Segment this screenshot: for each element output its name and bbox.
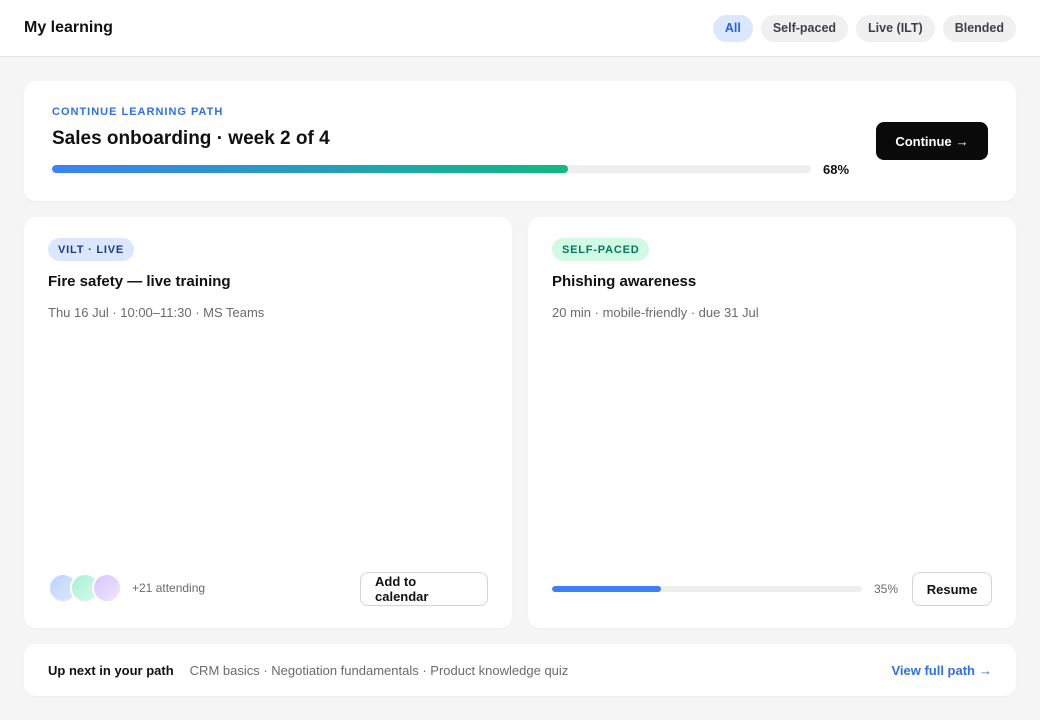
course-title: Phishing awareness: [552, 273, 697, 290]
resume-button[interactable]: Resume: [912, 572, 992, 606]
top-bar: My learning All Self-paced Live (ILT) Bl…: [0, 0, 1040, 57]
filter-chips: All Self-paced Live (ILT) Blended: [712, 14, 1016, 42]
hero-eyebrow: CONTINUE LEARNING PATH: [52, 106, 224, 118]
course-meta: Thu 16 Jul · 10:00–11:30 · MS Teams: [48, 305, 265, 320]
arrow-right-icon: →: [979, 662, 992, 678]
page-title: My learning: [24, 19, 113, 36]
course-progress-percent: 35%: [874, 582, 899, 596]
view-full-path-label: View full path: [891, 662, 975, 678]
course-progress-fill: [552, 586, 661, 592]
course-meta: 20 min · mobile-friendly · due 31 Jul: [552, 305, 759, 320]
course-type-badge: VILT · LIVE: [48, 238, 135, 261]
path-progress-bar: [52, 165, 811, 173]
course-progress-bar: [552, 586, 862, 592]
filter-live-ilt[interactable]: Live (ILT): [856, 14, 935, 42]
continue-button-label: Continue: [895, 133, 952, 149]
course-title: Fire safety — live training: [48, 273, 231, 290]
continue-button[interactable]: Continue →: [876, 122, 988, 160]
path-progress-fill: [52, 165, 569, 173]
view-full-path-link[interactable]: View full path →: [891, 663, 992, 678]
filter-self-paced[interactable]: Self-paced: [760, 14, 849, 42]
continue-learning-card: CONTINUE LEARNING PATH Sales onboarding …: [24, 81, 1016, 201]
attendee-avatars: +21 attending: [48, 573, 205, 603]
path-progress-percent: 68%: [823, 162, 850, 177]
up-next-label: Up next in your path: [48, 662, 174, 678]
course-type-badge: SELF-PACED: [552, 238, 650, 261]
avatar: [92, 573, 122, 603]
filter-blended[interactable]: Blended: [942, 14, 1016, 42]
filter-all[interactable]: All: [712, 14, 753, 42]
up-next-items: CRM basics · Negotiation fundamentals · …: [189, 662, 569, 678]
arrow-right-icon: →: [955, 133, 969, 149]
hero-title: Sales onboarding · week 2 of 4: [52, 128, 330, 149]
course-card-fire-safety: VILT · LIVE Fire safety — live training …: [24, 217, 512, 628]
attending-count: +21 attending: [132, 581, 206, 595]
course-card-phishing: SELF-PACED Phishing awareness 20 min · m…: [528, 217, 1016, 628]
add-to-calendar-button[interactable]: Add to calendar: [360, 572, 488, 606]
up-next-bar: Up next in your path CRM basics · Negoti…: [24, 644, 1016, 696]
